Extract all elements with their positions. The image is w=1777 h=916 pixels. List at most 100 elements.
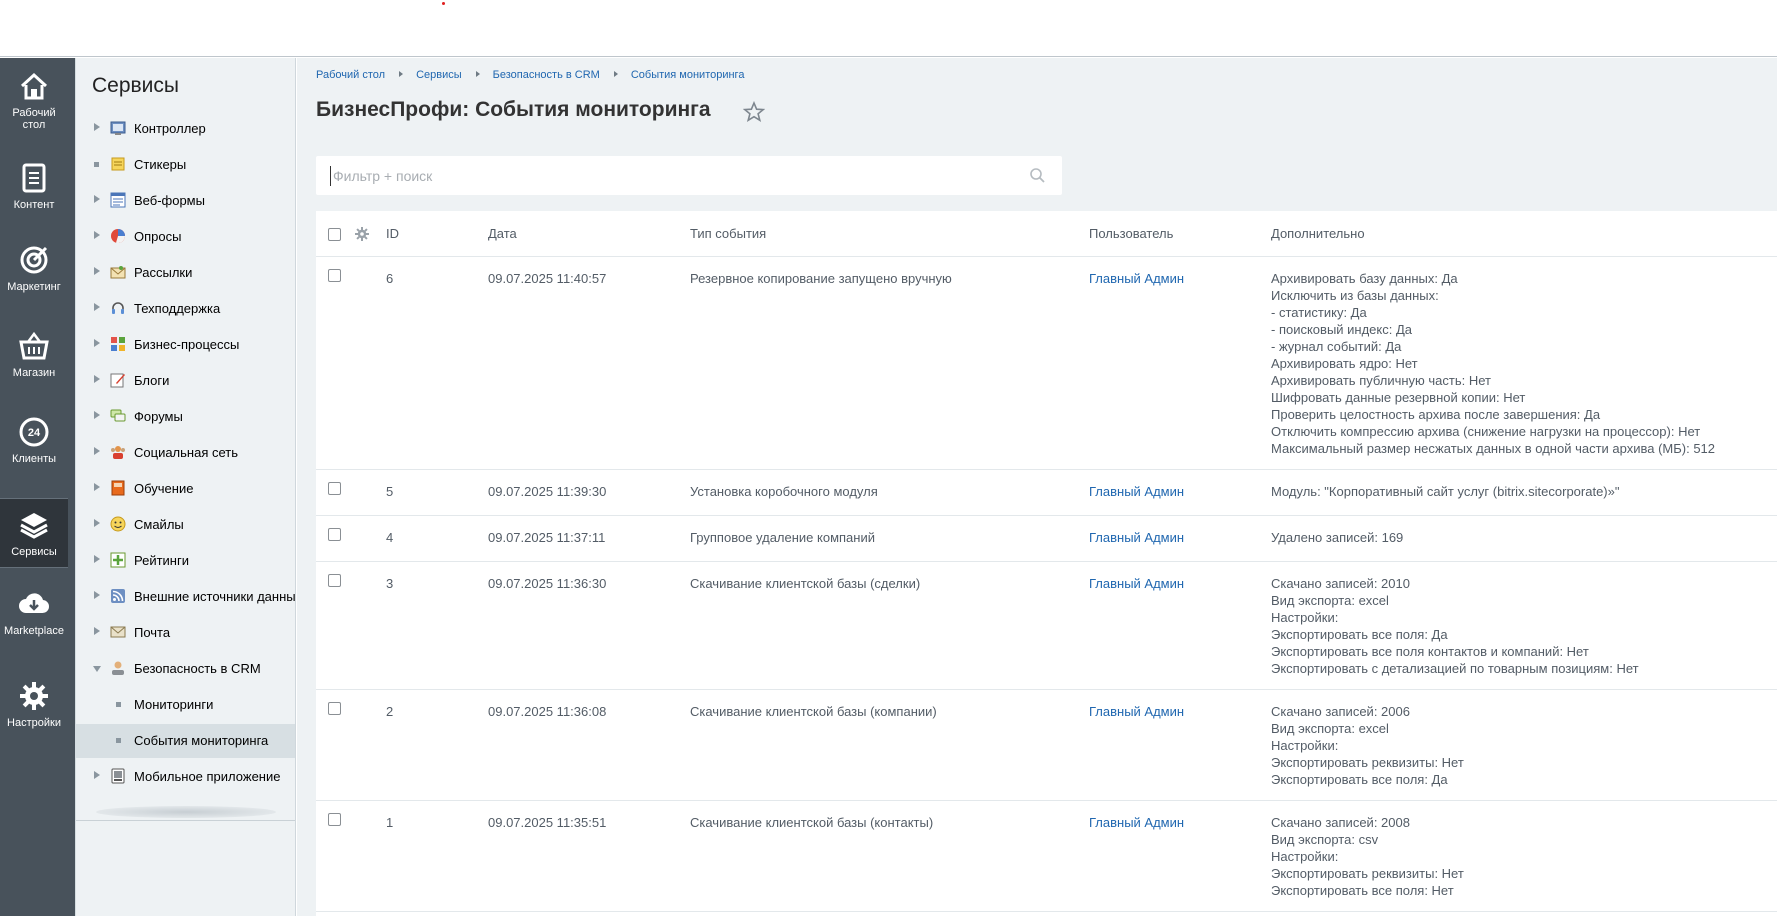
smile-icon	[110, 516, 126, 532]
sidebar-item-mailings[interactable]: Рассылки	[76, 256, 295, 290]
column-header-type[interactable]: Тип события	[690, 225, 766, 242]
menu-item-clients[interactable]: 24 Клиенты	[0, 416, 68, 476]
sidebar-item-monitoring-events[interactable]: События мониторинга	[76, 724, 295, 758]
expand-arrow-icon[interactable]	[94, 447, 100, 455]
cell-id: 6	[386, 271, 394, 286]
sidebar-item-polls[interactable]: Опросы	[76, 220, 295, 254]
sidebar-item-stickers[interactable]: Стикеры	[76, 148, 295, 182]
sidebar-item-controller[interactable]: Контроллер	[76, 112, 295, 146]
controller-icon	[110, 121, 126, 135]
expand-arrow-icon[interactable]	[94, 303, 100, 311]
row-checkbox[interactable]	[328, 269, 341, 282]
breadcrumb-item[interactable]: Безопасность в CRM	[493, 69, 600, 81]
cell-id: 3	[386, 576, 394, 591]
expand-arrow-icon[interactable]	[94, 483, 100, 491]
menu-item-content[interactable]: Контент	[0, 162, 68, 222]
row-checkbox[interactable]	[328, 528, 341, 541]
collapse-arrow-icon[interactable]	[93, 666, 101, 672]
menu-item-marketing[interactable]: Маркетинг	[0, 244, 68, 304]
cell-user-link[interactable]: Главный Админ	[1089, 529, 1184, 546]
bullet-icon	[116, 702, 121, 707]
column-header-extra[interactable]: Дополнительно	[1271, 225, 1365, 242]
table-row: 2 09.07.2025 11:36:08 Скачивание клиентс…	[316, 690, 1777, 801]
webform-icon	[110, 192, 126, 208]
services-sidebar: Сервисы Контроллер Стикеры Веб-формы Опр…	[75, 58, 296, 916]
expand-arrow-icon[interactable]	[94, 123, 100, 131]
sidebar-item-forums[interactable]: Форумы	[76, 400, 295, 434]
learning-icon	[111, 480, 125, 496]
sidebar-item-ratings[interactable]: Рейтинги	[76, 544, 295, 578]
sidebar-item-social[interactable]: Социальная сеть	[76, 436, 295, 470]
row-checkbox[interactable]	[328, 482, 341, 495]
star-icon[interactable]	[743, 101, 765, 123]
cell-user-link[interactable]: Главный Админ	[1089, 483, 1184, 500]
table-settings-gear-icon[interactable]	[355, 227, 369, 241]
cell-user-link[interactable]: Главный Админ	[1089, 814, 1184, 831]
sidebar-item-mobile-app[interactable]: Мобильное приложение	[76, 760, 295, 794]
menu-item-marketplace[interactable]: Marketplace	[0, 588, 68, 648]
sidebar-item-bizproc[interactable]: Бизнес-процессы	[76, 328, 295, 362]
headset-icon	[112, 302, 124, 314]
expand-arrow-icon[interactable]	[94, 627, 100, 635]
breadcrumb: Рабочий стол Сервисы Безопасность в CRM Соб…	[316, 69, 744, 81]
page-title: БизнесПрофи: События мониторинга	[316, 98, 711, 121]
search-icon[interactable]	[1029, 167, 1046, 184]
row-checkbox[interactable]	[328, 813, 341, 826]
crm-24-icon: 24	[19, 417, 49, 447]
bullet-icon	[94, 162, 99, 167]
column-header-id[interactable]: ID	[386, 225, 399, 242]
expand-arrow-icon[interactable]	[94, 195, 100, 203]
expand-arrow-icon[interactable]	[94, 771, 100, 779]
expand-arrow-icon[interactable]	[94, 591, 100, 599]
document-icon	[22, 163, 46, 193]
cell-user-link[interactable]: Главный Админ	[1089, 575, 1184, 592]
cell-id: 5	[386, 484, 394, 499]
column-header-date[interactable]: Дата	[488, 225, 517, 242]
sidebar-item-webforms[interactable]: Веб-формы	[76, 184, 295, 218]
cell-extra: Архивировать базу данных: Да Исключить и…	[1271, 271, 1716, 456]
sidebar-item-post[interactable]: Почта	[76, 616, 295, 650]
expand-arrow-icon[interactable]	[94, 231, 100, 239]
cell-extra: Скачано записей: 2006 Вид экспорта: exce…	[1271, 704, 1464, 787]
menu-item-settings[interactable]: Настройки	[0, 680, 68, 740]
mobile-icon	[111, 768, 125, 784]
breadcrumb-item[interactable]: Рабочий стол	[316, 69, 385, 81]
filter-search-input[interactable]	[330, 166, 1010, 186]
sidebar-item-crm-security[interactable]: Безопасность в CRM	[76, 652, 295, 686]
expand-arrow-icon[interactable]	[94, 267, 100, 275]
table-row: 3 09.07.2025 11:36:30 Скачивание клиентс…	[316, 562, 1777, 690]
row-checkbox[interactable]	[328, 574, 341, 587]
cell-extra: Скачано записей: 2008 Вид экспорта: csv …	[1271, 815, 1464, 898]
sidebar-shadow	[96, 806, 276, 818]
menu-item-shop[interactable]: Магазин	[0, 330, 68, 390]
expand-arrow-icon[interactable]	[94, 555, 100, 563]
sidebar-item-smiles[interactable]: Смайлы	[76, 508, 295, 542]
rating-icon	[110, 552, 126, 568]
expand-arrow-icon[interactable]	[94, 375, 100, 383]
select-all-checkbox[interactable]	[328, 228, 341, 241]
forum-icon	[110, 409, 126, 422]
breadcrumb-item[interactable]: Сервисы	[416, 69, 462, 81]
cell-user-link[interactable]: Главный Админ	[1089, 270, 1184, 287]
cell-user-link[interactable]: Главный Админ	[1089, 703, 1184, 720]
sidebar-item-learning[interactable]: Обучение	[76, 472, 295, 506]
sidebar-item-external-sources[interactable]: Внешние источники данных	[76, 580, 295, 614]
main-menu: Рабочий стол Контент Маркетинг Магазин 2…	[0, 58, 75, 916]
cell-extra: Удалено записей: 169	[1271, 530, 1404, 545]
sidebar-item-support[interactable]: Техподдержка	[76, 292, 295, 326]
sidebar-item-monitorings[interactable]: Мониторинги	[76, 688, 295, 722]
expand-arrow-icon[interactable]	[94, 519, 100, 527]
menu-item-services[interactable]: Сервисы	[0, 498, 68, 568]
row-checkbox[interactable]	[328, 702, 341, 715]
expand-arrow-icon[interactable]	[94, 411, 100, 419]
table-header: ID Дата Тип события Пользователь Дополни…	[316, 211, 1777, 257]
column-header-user[interactable]: Пользователь	[1089, 225, 1173, 242]
cell-type: Скачивание клиентской базы (компании)	[690, 704, 937, 719]
top-bar	[0, 0, 1777, 57]
expand-arrow-icon[interactable]	[94, 339, 100, 347]
main-content: Рабочий стол Сервисы Безопасность в CRM Соб…	[297, 58, 1777, 916]
sidebar-item-blogs[interactable]: Блоги	[76, 364, 295, 398]
breadcrumb-item[interactable]: События мониторинга	[631, 69, 745, 81]
cell-extra: Модуль: "Корпоративный сайт услуг (bitri…	[1271, 484, 1620, 499]
menu-item-desktop[interactable]: Рабочий стол	[0, 70, 68, 144]
